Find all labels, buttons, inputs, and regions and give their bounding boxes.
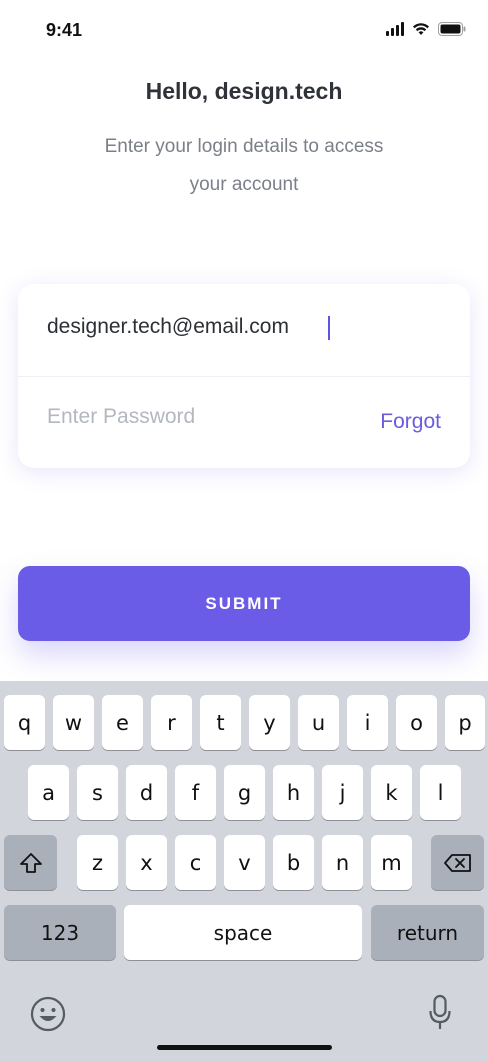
key-g[interactable]: g bbox=[224, 765, 265, 820]
key-y[interactable]: y bbox=[249, 695, 290, 750]
submit-button[interactable]: SUBMIT bbox=[18, 566, 470, 641]
home-indicator[interactable] bbox=[157, 1045, 332, 1050]
cellular-signal-icon bbox=[386, 22, 404, 36]
email-field-value: designer.tech@email.com bbox=[47, 315, 289, 338]
key-d[interactable]: d bbox=[126, 765, 167, 820]
login-form-card: designer.tech@email.com Forgot bbox=[18, 284, 470, 468]
key-c[interactable]: c bbox=[175, 835, 216, 890]
key-j[interactable]: j bbox=[322, 765, 363, 820]
space-key[interactable]: space bbox=[124, 905, 362, 960]
key-p[interactable]: p bbox=[445, 695, 485, 750]
battery-icon bbox=[438, 22, 466, 36]
key-l[interactable]: l bbox=[420, 765, 461, 820]
wifi-icon bbox=[413, 23, 429, 35]
key-b[interactable]: b bbox=[273, 835, 314, 890]
key-t[interactable]: t bbox=[200, 695, 241, 750]
return-key[interactable]: return bbox=[371, 905, 484, 960]
key-a[interactable]: a bbox=[28, 765, 69, 820]
page-title: Hello, design.tech bbox=[145, 78, 343, 104]
key-q[interactable]: q bbox=[4, 695, 45, 750]
key-r[interactable]: r bbox=[151, 695, 192, 750]
forgot-password-link[interactable]: Forgot bbox=[380, 410, 441, 434]
numbers-key[interactable]: 123 bbox=[4, 905, 116, 960]
key-z[interactable]: z bbox=[77, 835, 118, 890]
shift-key[interactable] bbox=[4, 835, 57, 890]
microphone-icon[interactable] bbox=[428, 994, 452, 1032]
text-cursor bbox=[328, 316, 330, 340]
status-time: 9:41 bbox=[46, 20, 83, 40]
password-row: Forgot bbox=[18, 376, 470, 468]
status-bar: 9:41 bbox=[0, 0, 488, 60]
password-field[interactable] bbox=[47, 399, 347, 435]
key-s[interactable]: s bbox=[77, 765, 118, 820]
emoji-icon[interactable] bbox=[30, 996, 66, 1032]
shift-icon bbox=[19, 852, 42, 873]
key-w[interactable]: w bbox=[53, 695, 94, 750]
key-x[interactable]: x bbox=[126, 835, 167, 890]
page-subtitle: Enter your login details to access your … bbox=[104, 136, 384, 195]
key-u[interactable]: u bbox=[298, 695, 339, 750]
key-n[interactable]: n bbox=[322, 835, 363, 890]
key-e[interactable]: e bbox=[102, 695, 143, 750]
key-v[interactable]: v bbox=[224, 835, 265, 890]
email-field[interactable]: designer.tech@email.com bbox=[18, 284, 470, 376]
key-k[interactable]: k bbox=[371, 765, 412, 820]
on-screen-keyboard: q w e r t y u i o p a s d f g h j k l z … bbox=[0, 681, 488, 1062]
status-icons bbox=[386, 22, 466, 36]
backspace-icon bbox=[443, 853, 471, 872]
backspace-key[interactable] bbox=[431, 835, 484, 890]
key-o[interactable]: o bbox=[396, 695, 437, 750]
key-h[interactable]: h bbox=[273, 765, 314, 820]
key-i[interactable]: i bbox=[347, 695, 388, 750]
key-f[interactable]: f bbox=[175, 765, 216, 820]
key-m[interactable]: m bbox=[371, 835, 412, 890]
